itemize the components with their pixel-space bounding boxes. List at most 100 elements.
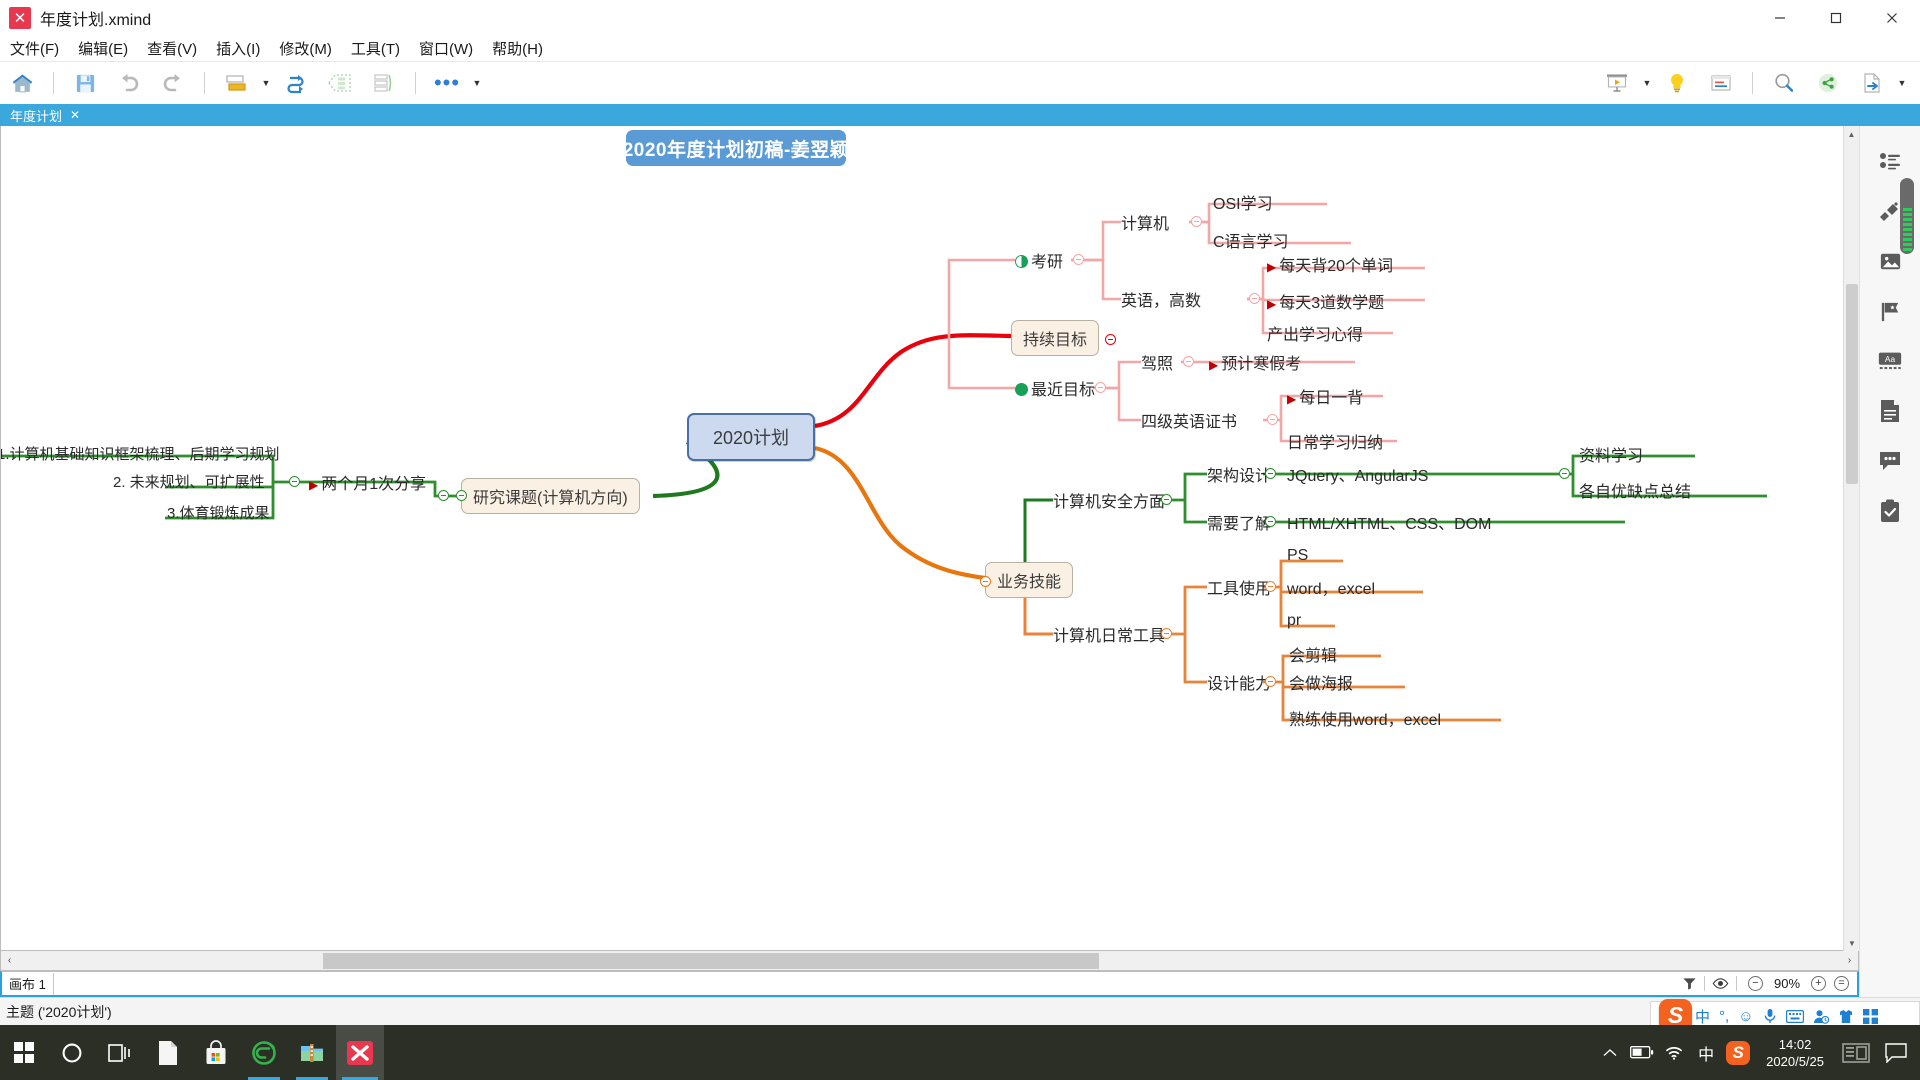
topic-yanjiu-keti[interactable]: 研究课题(计算机方向) [461,478,640,514]
collapse-toggle-jiazhao[interactable] [1183,356,1194,367]
menu-edit[interactable]: 编辑(E) [69,36,137,61]
sogou-tray-icon[interactable]: S [1722,1025,1754,1080]
topic-ps[interactable]: PS [1287,547,1308,565]
ime-mode-chinese[interactable]: 中 [1695,1006,1710,1027]
topic-siji-yingyu-zhengshu[interactable]: 四级英语证书 [1141,408,1237,432]
close-icon[interactable]: ✕ [70,108,80,122]
collapse-toggle-sheji[interactable] [1265,676,1276,687]
menu-modify[interactable]: 修改(M) [270,36,341,61]
action-center-button[interactable] [1876,1025,1916,1080]
collapse-toggle-yanjiu[interactable] [456,490,467,501]
collapse-toggle-yewu[interactable] [980,576,991,587]
topic-jichu-zhishi-kuangjia[interactable]: 1.计算机基础知识框架梳理、后期学习规划 [1,443,280,464]
topic-jquery-angularjs[interactable]: JQuery、AngularJS [1287,462,1428,486]
topic-icon[interactable] [217,66,255,100]
collapse-toggle-jquery[interactable] [1559,468,1570,479]
ime-user-icon[interactable] [1813,1009,1829,1024]
minimize-button[interactable] [1752,0,1808,36]
collapse-toggle-gongju[interactable] [1161,628,1172,639]
winrar-button[interactable] [288,1025,336,1080]
collapse-toggle-jisuanji[interactable] [1191,216,1202,227]
battery-icon[interactable] [1626,1025,1658,1080]
zoom-out-button[interactable]: − [1748,976,1763,991]
topic-gezi-youqueidian-zongjie[interactable]: 各自优缺点总结 [1579,478,1691,502]
cortana-search-button[interactable] [48,1025,96,1080]
file-explorer-button[interactable] [144,1025,192,1080]
redo-icon[interactable] [154,66,192,100]
root-topic[interactable]: 2020计划 [687,413,815,461]
topic-kaoyan[interactable]: 考研 [1015,248,1063,272]
topic-tiyu-duanlian-chengguo[interactable]: 3.体育锻炼成果 [167,502,270,523]
ime-skin-icon[interactable] [1838,1009,1854,1024]
collapse-toggle-siji[interactable] [1267,414,1278,425]
chevron-down-icon-2[interactable]: ▼ [469,66,485,100]
vertical-scroll-thumb[interactable] [1846,284,1858,484]
menu-insert[interactable]: 插入(I) [207,36,269,61]
collapse-toggle-jiagou[interactable] [1265,468,1276,479]
ime-voice-icon[interactable] [1763,1008,1777,1024]
topic-pr[interactable]: pr [1287,612,1301,630]
topic-yuji-hanjia-kao[interactable]: ▶ 预计寒假考 [1209,350,1301,374]
browser-button[interactable] [240,1025,288,1080]
outline-icon[interactable] [1702,66,1740,100]
relationship-icon[interactable] [277,66,315,100]
brainstorm-bulb-icon[interactable] [1658,66,1696,100]
scroll-up-arrow[interactable]: ▲ [1844,126,1859,142]
topic-c-yuyan-xuexi[interactable]: C语言学习 [1213,228,1289,252]
topic-sheji-nengli[interactable]: 设计能力 [1207,670,1271,694]
topic-weilai-guihua[interactable]: 2. 未来规划、可扩展性 [113,471,265,492]
notes-icon[interactable] [1868,386,1912,436]
maximize-button[interactable] [1808,0,1864,36]
chevron-down-icon-4[interactable]: ▼ [1894,66,1910,100]
collapse-toggle-xuyao[interactable] [1265,516,1276,527]
sheet-title[interactable]: 2020年度计划初稿-姜翌颖 [623,130,849,166]
topic-chanchu-xuexi-xinde[interactable]: 产出学习心得 [1267,321,1363,345]
marker-flag-icon[interactable] [1868,286,1912,336]
search-icon[interactable] [1765,66,1803,100]
topic-osi-xuexi[interactable]: OSI学习 [1213,190,1273,214]
topic-xuyao-liaojie[interactable]: 需要了解 [1207,510,1271,534]
start-button[interactable] [0,1025,48,1080]
clock[interactable]: 14:02 2020/5/25 [1754,1025,1836,1080]
sheet-tab-canvas1[interactable]: 画布 1 [2,972,54,995]
collapse-toggle-gongju-shiyong[interactable] [1265,581,1276,592]
canvas-horizontal-scrollbar[interactable]: ‹ › [0,951,1859,971]
topic-yingyu-gaoshu[interactable]: 英语，高数 [1121,287,1201,311]
ime-panel-icon[interactable] [1836,1025,1876,1080]
microsoft-store-button[interactable] [192,1025,240,1080]
zoom-in-button[interactable]: + [1811,976,1826,991]
topic-meitian-3-shuxueti[interactable]: ▶ 每天3道数学题 [1267,289,1384,313]
text-aa-icon[interactable]: Aa [1868,336,1912,386]
summary-icon[interactable] [365,66,403,100]
collapse-toggle-zuijin[interactable] [1095,382,1106,393]
ime-emoji-icon[interactable]: ☺ [1738,1008,1753,1025]
topic-meitian-bei-20-danci[interactable]: ▶ 每天背20个单词 [1267,252,1393,276]
mindmap-canvas[interactable]: 2020年度计划初稿-姜翌颖 2020计划 持续目标 业务技能 研究课题(计算机… [0,126,1859,951]
share-icon[interactable] [1809,66,1847,100]
topic-html-css-dom[interactable]: HTML/XHTML、CSS、DOM [1287,510,1491,534]
export-icon[interactable] [1853,66,1891,100]
topic-jiagou-sheji[interactable]: 架构设计 [1207,462,1271,486]
document-tab[interactable]: 年度计划 ✕ [4,104,89,126]
topic-meiri-yibei[interactable]: ▶ 每日一背 [1287,384,1363,408]
task-clipboard-icon[interactable] [1868,486,1912,536]
ime-punctuation-icon[interactable]: °, [1719,1008,1729,1025]
ime-keyboard-icon[interactable] [1785,1009,1804,1023]
scroll-down-arrow[interactable]: ▼ [1844,935,1860,951]
topic-zuijin-mubiao[interactable]: 最近目标 [1015,376,1095,400]
boundary-icon[interactable] [321,66,359,100]
zoom-fit-button[interactable]: = [1834,976,1849,991]
topic-shulian-shiyong-word-excel[interactable]: 熟练使用word，excel [1289,706,1441,730]
topic-ziliao-xuexi[interactable]: 资料学习 [1579,442,1643,466]
comment-icon[interactable] [1868,436,1912,486]
task-view-button[interactable] [96,1025,144,1080]
collapse-toggle-chixu[interactable] [1105,334,1116,345]
topic-yewu-jineng[interactable]: 业务技能 [985,562,1074,598]
menu-tools[interactable]: 工具(T) [342,36,409,61]
topic-word-excel[interactable]: word，excel [1287,575,1375,599]
menu-help[interactable]: 帮助(H) [483,36,552,61]
xmind-button[interactable] [336,1025,384,1080]
chevron-down-icon[interactable]: ▼ [258,66,274,100]
collapse-toggle-fenxiang[interactable] [438,490,449,501]
scroll-right-arrow[interactable]: › [1841,955,1858,966]
